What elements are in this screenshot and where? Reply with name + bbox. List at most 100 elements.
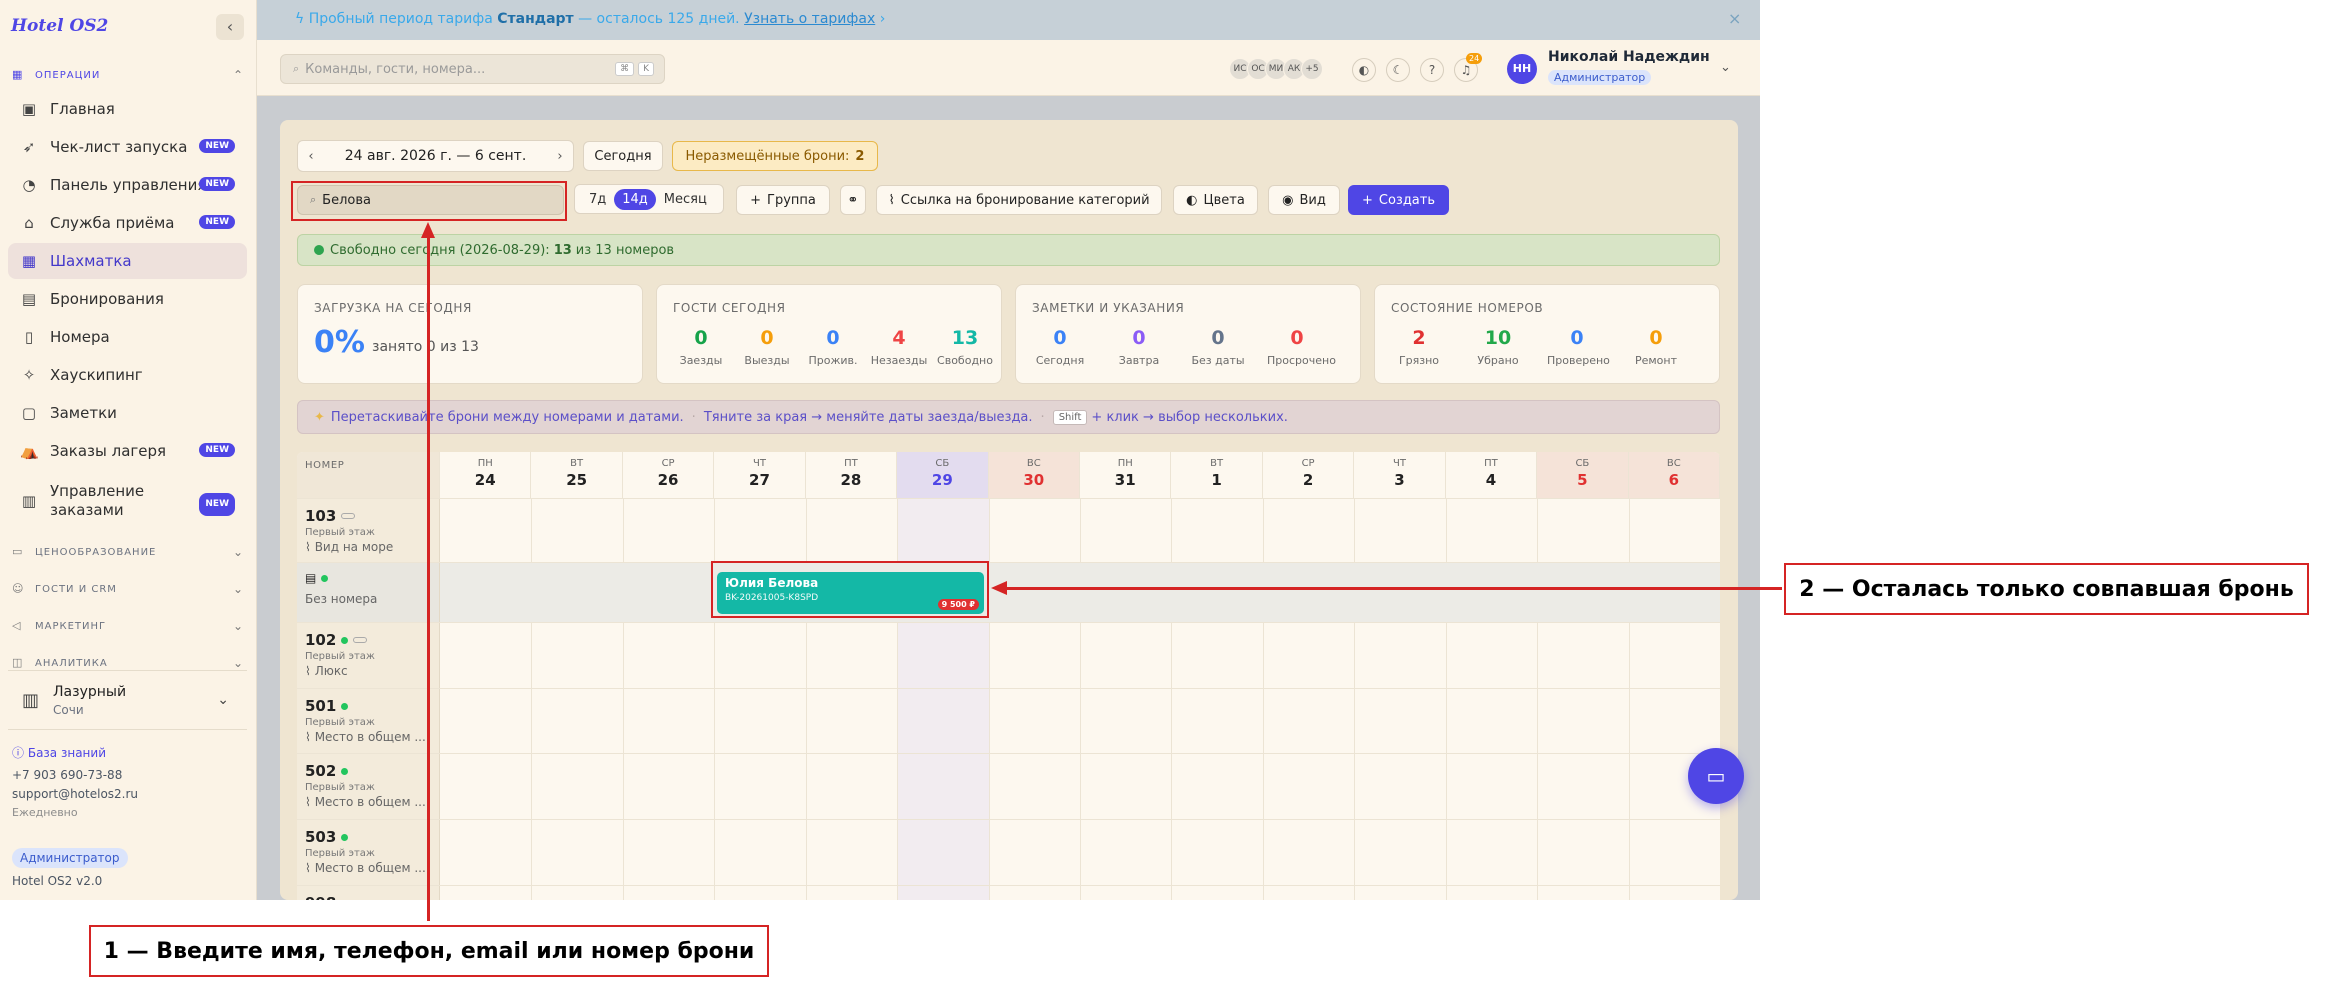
colors-button[interactable]: ◐ Цвета: [1173, 185, 1258, 215]
support-phone[interactable]: +7 903 690-73-88: [12, 768, 122, 782]
sidebar-item-housekeeping[interactable]: ✧ Хаускипинг: [8, 357, 247, 393]
day-header[interactable]: ПН 31: [1080, 452, 1172, 499]
day-number: 4: [1485, 471, 1497, 489]
section-pricing[interactable]: ▭ ЦЕНООБРАЗОВАНИЕ ⌄: [12, 545, 244, 559]
avatar-more[interactable]: +5: [1301, 58, 1323, 80]
view-7d[interactable]: 7д: [581, 189, 614, 210]
sidebar-item-chessboard[interactable]: ▦ Шахматка: [8, 243, 247, 279]
day-header[interactable]: ПН 24: [440, 452, 532, 499]
metric: 0 Без даты: [1188, 327, 1248, 367]
help-icon[interactable]: ?: [1420, 58, 1444, 82]
room-floor: Первый этаж: [305, 848, 375, 859]
day-header[interactable]: ВТ 25: [531, 452, 623, 499]
section-marketing[interactable]: ◁ МАРКЕТИНГ ⌄: [12, 619, 244, 633]
stat-card-guests: ГОСТИ СЕГОДНЯ 0 Заезды 0 Выезды 0 Прожив. 4 Нез…: [656, 284, 1002, 384]
day-header[interactable]: СБ 5: [1537, 452, 1629, 499]
bell-icon: ⌂: [24, 214, 34, 232]
day-header[interactable]: ПТ 28: [805, 452, 898, 499]
command-search-input[interactable]: ⌕ Команды, гости, номера... ⌘ K: [280, 54, 665, 84]
sidebar-item-dashboard[interactable]: ◔ Панель управления NEW: [8, 167, 247, 203]
new-badge: NEW: [199, 215, 235, 229]
knowledge-base-link[interactable]: ⓘ База знаний: [12, 744, 106, 761]
paperclip-icon: ⌇: [305, 861, 315, 875]
user-role-badge: Администратор: [1548, 70, 1652, 85]
create-button[interactable]: + Создать: [1348, 185, 1449, 215]
day-header[interactable]: СР 26: [622, 452, 715, 499]
date-range-picker[interactable]: ‹ 24 авг. 2026 г. — 6 сент. ›: [297, 140, 574, 172]
sidebar-item-label: Шахматка: [50, 252, 132, 270]
section-operations[interactable]: ▦ ОПЕРАЦИИ ⌃: [12, 68, 244, 82]
sidebar-item-front-desk[interactable]: ⌂ Служба приёма NEW: [8, 205, 247, 241]
sidebar-item-order-management[interactable]: ▥ Управление заказами NEW: [8, 476, 247, 526]
view-14d[interactable]: 14д: [614, 188, 656, 210]
date-range-label[interactable]: 24 авг. 2026 г. — 6 сент.: [324, 148, 547, 164]
stat-title: СОСТОЯНИЕ НОМЕРОВ: [1391, 301, 1544, 315]
sidebar-collapse-button[interactable]: ‹: [216, 14, 244, 40]
view-month[interactable]: Месяц: [656, 189, 715, 210]
moon-icon[interactable]: ☾: [1386, 58, 1410, 82]
category-booking-link-button[interactable]: ⌇ Ссылка на бронирование категорий: [876, 185, 1162, 215]
status-dot: [314, 245, 324, 255]
chevron-right-icon: ›: [879, 11, 886, 27]
today-button[interactable]: Сегодня: [583, 141, 663, 171]
palette-icon[interactable]: ◐: [1352, 58, 1376, 82]
view-period-switch[interactable]: 7д 14д Месяц: [574, 184, 724, 214]
chat-button[interactable]: ▭: [1688, 748, 1744, 804]
support-email[interactable]: support@hotelos2.ru: [12, 787, 138, 801]
metric-value: 0: [826, 327, 840, 349]
highlight-booking: [711, 561, 989, 618]
chevron-right-icon[interactable]: ›: [547, 149, 573, 164]
sidebar-item-home[interactable]: ▣ Главная: [8, 91, 247, 127]
palette-icon: ◐: [1186, 192, 1198, 208]
link-icon[interactable]: ⚭: [840, 185, 866, 215]
status-pill: [353, 637, 368, 643]
section-guests-crm[interactable]: ☺ ГОСТИ И CRM ⌄: [12, 582, 244, 596]
room-row: 502 Первый этаж ⌇ Место в общем ...: [297, 754, 1720, 820]
room-cell[interactable]: 102 Первый этаж ⌇ Люкс: [297, 623, 440, 688]
room-cell[interactable]: 998: [297, 886, 440, 900]
hotel-selector[interactable]: ▥ Лазурный Сочи ⌄: [8, 670, 247, 730]
sidebar-item-launch-checklist[interactable]: ➶ Чек-лист запуска NEW: [8, 129, 247, 165]
day-header[interactable]: ЧТ 3: [1354, 452, 1446, 499]
day-header[interactable]: ВС 30: [988, 452, 1080, 499]
user-name[interactable]: Николай Надеждин: [1548, 49, 1710, 65]
day-header[interactable]: ВТ 1: [1171, 452, 1263, 499]
sidebar-item-bookings[interactable]: ▤ Бронирования: [8, 281, 247, 317]
day-number: 31: [1114, 471, 1136, 489]
day-header[interactable]: СР 2: [1262, 452, 1355, 499]
close-icon[interactable]: ×: [1728, 9, 1741, 28]
lightning-icon: ϟ: [295, 11, 305, 27]
online-users[interactable]: ИС ОС МИ АК +5: [1229, 58, 1323, 80]
chevron-down-icon[interactable]: ⌄: [1720, 60, 1731, 75]
view-button[interactable]: ◉ Вид: [1268, 185, 1340, 215]
day-header[interactable]: ЧТ 27: [714, 452, 806, 499]
chevron-up-icon: ⌃: [232, 68, 244, 82]
app-logo[interactable]: Hotel OS2: [11, 16, 108, 36]
chat-bubble-icon: ▭: [1706, 764, 1726, 788]
day-header[interactable]: ПТ 4: [1445, 452, 1538, 499]
room-cell[interactable]: 503 Первый этаж ⌇ Место в общем ...: [297, 820, 440, 885]
section-analytics[interactable]: ◫ АНАЛИТИКА ⌄: [12, 656, 244, 670]
day-number: 1: [1211, 471, 1222, 489]
room-floor: Первый этаж: [305, 651, 375, 662]
arrow-line-2: [1006, 587, 1782, 590]
sidebar-item-camp-orders[interactable]: ⛺ Заказы лагеря NEW: [8, 433, 247, 469]
unplaced-bookings-button[interactable]: Неразмещённые брони: 2: [672, 141, 878, 171]
day-header[interactable]: СБ 29: [897, 452, 989, 499]
room-cell[interactable]: 501 Первый этаж ⌇ Место в общем ...: [297, 689, 440, 753]
room-cell[interactable]: ▤ Без номера: [297, 563, 440, 622]
day-header[interactable]: ВС 6: [1628, 452, 1720, 499]
room-cell[interactable]: 103 Первый этаж ⌇ Вид на море: [297, 499, 440, 562]
day-of-week: ВТ: [1210, 458, 1224, 469]
metric-value: 0: [760, 327, 774, 349]
chevron-left-icon[interactable]: ‹: [298, 149, 324, 164]
pricing-link[interactable]: Узнать о тарифах: [744, 11, 875, 27]
day-of-week: СР: [661, 458, 675, 469]
room-cell[interactable]: 502 Первый этаж ⌇ Место в общем ...: [297, 754, 440, 819]
sidebar-item-rooms[interactable]: ▯ Номера: [8, 319, 247, 355]
group-button[interactable]: + Группа: [736, 185, 830, 215]
status-dot: [321, 574, 329, 582]
sidebar-item-notes[interactable]: ▢ Заметки: [8, 395, 247, 431]
room-floor: Первый этаж: [305, 527, 375, 538]
user-avatar[interactable]: НН: [1507, 54, 1537, 84]
